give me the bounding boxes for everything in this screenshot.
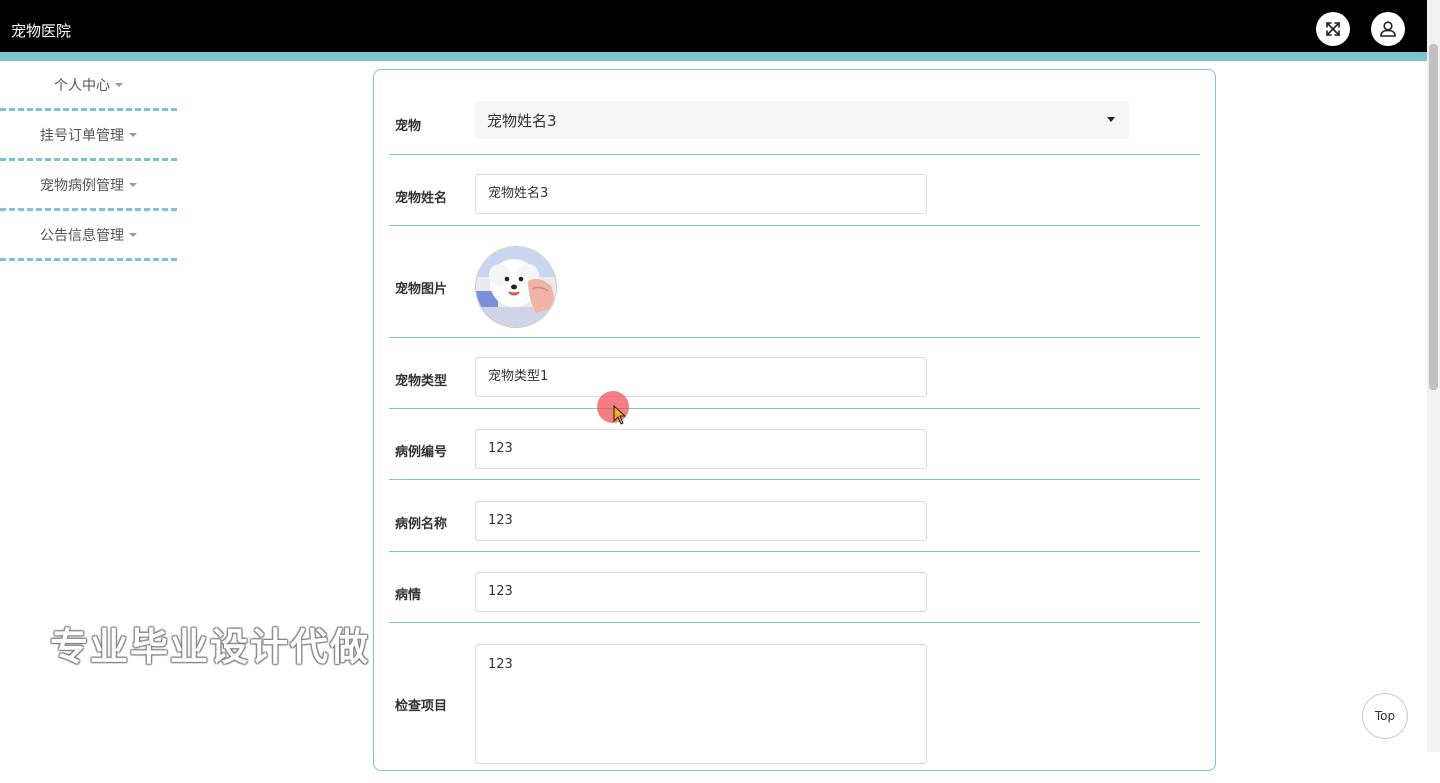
pet-type-input[interactable]: 宠物类型1 [475, 357, 927, 397]
sidebar-item-registration-orders[interactable]: 挂号订单管理 [0, 111, 177, 161]
caret-down-icon [129, 132, 137, 137]
sidebar-item-label: 个人中心 [54, 77, 110, 94]
sidebar-item-personal-center[interactable]: 个人中心 [0, 61, 177, 111]
pet-type-label: 宠物类型 [395, 374, 448, 389]
caret-down-icon [129, 232, 137, 237]
exam-textarea[interactable]: 123 [475, 644, 927, 764]
exam-label: 检查项目 [395, 699, 448, 714]
pet-select-value: 宠物姓名3 [487, 112, 557, 130]
condition-label: 病情 [395, 588, 422, 603]
caret-down-icon [129, 182, 137, 187]
pet-photo-label: 宠物图片 [395, 282, 448, 297]
user-icon [1380, 21, 1396, 37]
back-to-top-button[interactable]: Top [1362, 693, 1408, 739]
sidebar-item-label: 公告信息管理 [40, 227, 124, 244]
sidebar-item-announcements[interactable]: 公告信息管理 [0, 211, 177, 261]
case-name-input[interactable]: 123 [475, 501, 927, 541]
form-row-pet: 宠物 宠物姓名3 [389, 70, 1200, 155]
pet-label: 宠物 [395, 119, 422, 134]
pet-photo[interactable] [475, 246, 557, 328]
form-row-case-no: 病例编号 123 [389, 409, 1200, 480]
pet-photo-image [476, 247, 556, 327]
fullscreen-icon [1326, 22, 1340, 36]
pet-name-label: 宠物姓名 [395, 191, 448, 206]
sidebar: 个人中心 挂号订单管理 宠物病例管理 公告信息管理 [0, 61, 177, 261]
case-form-panel: 宠物 宠物姓名3 宠物姓名 宠物姓名3 宠物图片 宠物类型 宠物类型1 病例编号… [373, 69, 1216, 771]
app-title: 宠物医院 [11, 22, 72, 40]
mouse-pointer-icon [613, 405, 627, 425]
scrollbar-thumb[interactable] [1429, 44, 1438, 390]
form-row-pet-name: 宠物姓名 宠物姓名3 [389, 155, 1200, 226]
pet-select[interactable]: 宠物姓名3 [475, 101, 1129, 139]
condition-input[interactable]: 123 [475, 572, 927, 612]
case-name-label: 病例名称 [395, 517, 448, 532]
sidebar-item-label: 挂号订单管理 [40, 127, 124, 144]
user-menu-button[interactable] [1371, 12, 1405, 46]
top-navbar: 宠物医院 [0, 0, 1428, 61]
page-scrollbar[interactable] [1427, 0, 1440, 752]
case-no-label: 病例编号 [395, 445, 448, 460]
form-row-case-name: 病例名称 123 [389, 480, 1200, 552]
pet-name-input[interactable]: 宠物姓名3 [475, 174, 927, 214]
form-row-exam: 检查项目 123 [389, 623, 1200, 783]
form-row-pet-photo: 宠物图片 [389, 226, 1200, 338]
case-no-input[interactable]: 123 [475, 429, 927, 469]
fullscreen-button[interactable] [1316, 12, 1350, 46]
watermark-text: 专业毕业设计代做 [50, 625, 371, 669]
form-row-condition: 病情 123 [389, 552, 1200, 623]
sidebar-item-label: 宠物病例管理 [40, 177, 124, 194]
form-row-pet-type: 宠物类型 宠物类型1 [389, 338, 1200, 409]
sidebar-item-pet-cases[interactable]: 宠物病例管理 [0, 161, 177, 211]
caret-down-icon [115, 82, 123, 87]
caret-down-icon [1107, 117, 1115, 122]
